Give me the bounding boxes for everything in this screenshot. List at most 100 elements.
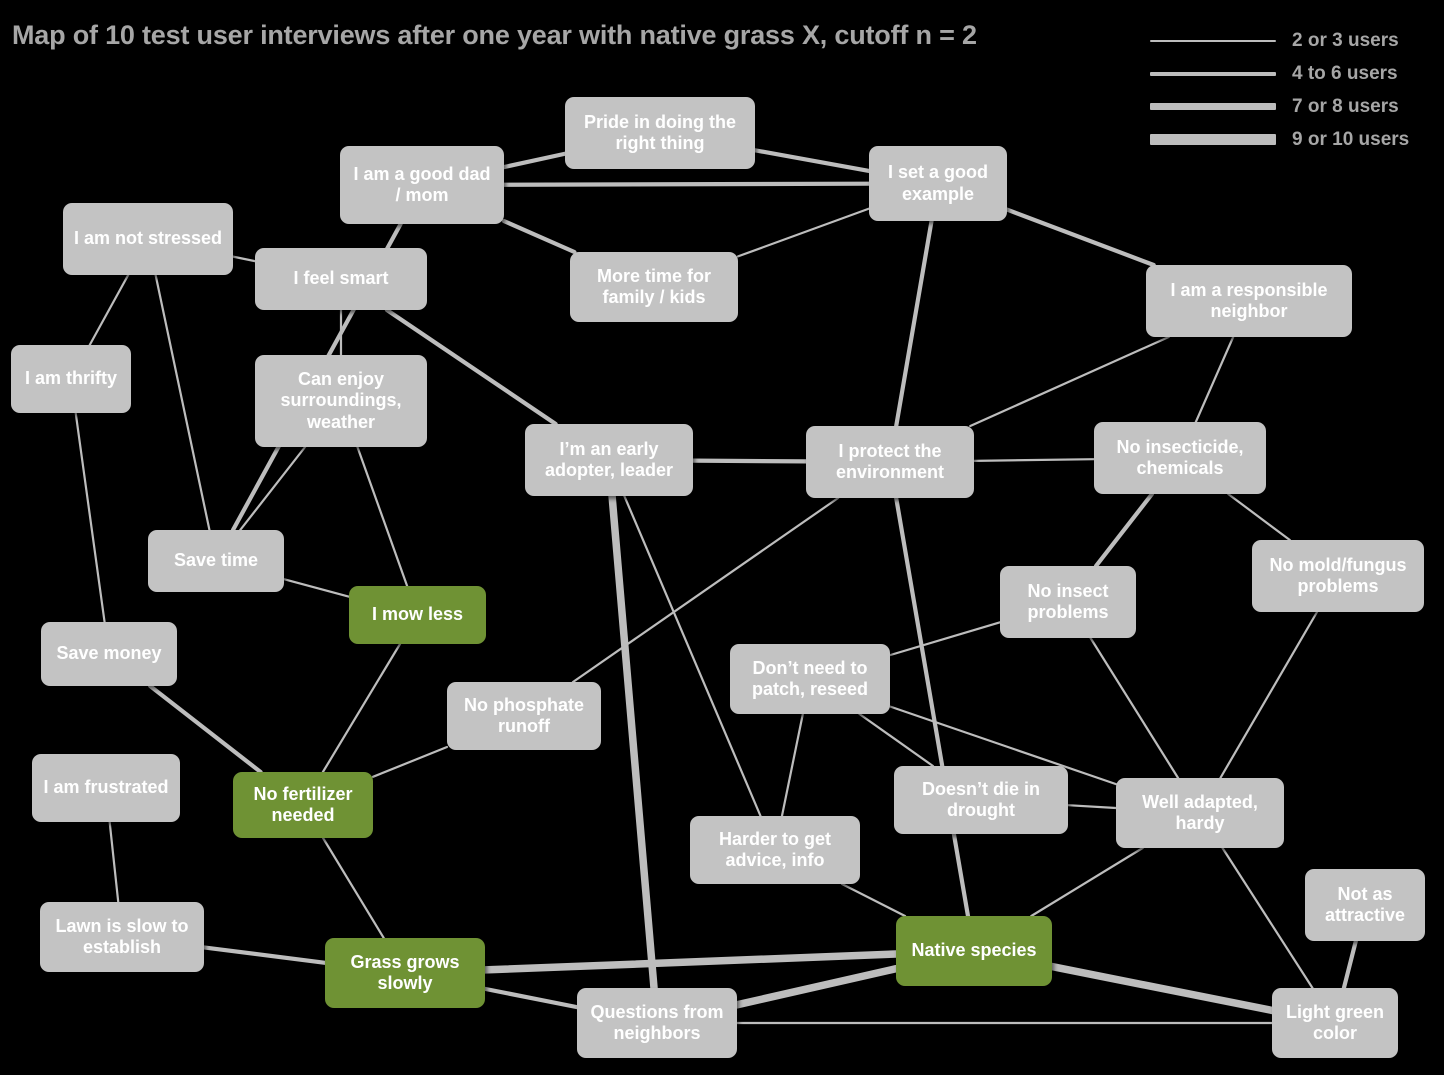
concept-node-label: Lawn is slow to establish bbox=[55, 915, 189, 957]
concept-node-label: No insecticide, chemicals bbox=[1116, 436, 1244, 478]
concept-node-no_insect[interactable]: No insect problems bbox=[1000, 566, 1136, 638]
concept-node-label: No mold/fungus problems bbox=[1269, 554, 1407, 596]
network-edge bbox=[894, 218, 934, 429]
concept-node-label: Light green color bbox=[1286, 1001, 1384, 1043]
concept-node-label: Pride in doing the right thing bbox=[584, 111, 736, 153]
concept-node-native_species[interactable]: Native species bbox=[896, 916, 1052, 986]
concept-node-harder_advice[interactable]: Harder to get advice, info bbox=[690, 816, 860, 884]
legend-row: 9 or 10 users bbox=[1148, 123, 1438, 156]
page-title: Map of 10 test user interviews after one… bbox=[12, 20, 977, 50]
concept-node-label: I protect the environment bbox=[835, 440, 945, 482]
legend-line-swatch bbox=[1148, 103, 1278, 110]
network-edge bbox=[1093, 491, 1155, 569]
concept-node-frustrated[interactable]: I am frustrated bbox=[32, 754, 180, 822]
legend-row: 4 to 6 users bbox=[1148, 57, 1438, 90]
concept-node-grass_slow[interactable]: Grass grows slowly bbox=[325, 938, 485, 1008]
concept-node-no_patch[interactable]: Don’t need to patch, reseed bbox=[730, 644, 890, 714]
concept-node-no_insecticide[interactable]: No insecticide, chemicals bbox=[1094, 422, 1266, 494]
network-edge bbox=[321, 836, 385, 940]
legend-line bbox=[1150, 39, 1276, 42]
concept-node-label: Doesn’t die in drought bbox=[921, 778, 1040, 820]
legend-line-swatch bbox=[1148, 134, 1278, 145]
network-edge bbox=[1066, 804, 1118, 810]
network-edge bbox=[969, 335, 1170, 428]
network-edge bbox=[1219, 610, 1319, 780]
network-edge bbox=[1030, 846, 1144, 918]
network-edge bbox=[1089, 636, 1180, 780]
concept-node-label: I am frustrated bbox=[43, 777, 169, 798]
network-edge bbox=[972, 458, 1096, 462]
concept-node-label: Save money bbox=[56, 643, 162, 664]
concept-node-no_mold[interactable]: No mold/fungus problems bbox=[1252, 540, 1424, 612]
concept-node-not_attractive[interactable]: Not as attractive bbox=[1305, 869, 1425, 941]
network-edge bbox=[733, 964, 900, 1009]
concept-node-good_parent[interactable]: I am a good dad / mom bbox=[340, 146, 504, 224]
concept-node-label: Well adapted, hardy bbox=[1142, 791, 1258, 833]
legend-line bbox=[1150, 103, 1276, 110]
concept-node-label: Can enjoy surroundings, weather bbox=[280, 369, 402, 432]
concept-node-label: I set a good example bbox=[887, 162, 988, 204]
concept-node-save_money[interactable]: Save money bbox=[41, 622, 177, 686]
concept-node-feel_smart[interactable]: I feel smart bbox=[255, 248, 427, 310]
network-edge bbox=[282, 578, 351, 598]
legend-label: 2 or 3 users bbox=[1292, 29, 1399, 51]
network-edge bbox=[1227, 492, 1291, 542]
concept-node-label: I am a responsible neighbor bbox=[1170, 279, 1328, 321]
network-edge bbox=[858, 712, 935, 768]
concept-node-pride[interactable]: Pride in doing the right thing bbox=[565, 97, 755, 169]
legend-label: 4 to 6 users bbox=[1292, 62, 1398, 84]
concept-node-label: I mow less bbox=[371, 604, 464, 625]
concept-node-label: Grass grows slowly bbox=[350, 951, 460, 993]
concept-node-thrifty[interactable]: I am thrifty bbox=[11, 345, 131, 413]
concept-node-label: Harder to get advice, info bbox=[718, 828, 832, 870]
network-edge bbox=[501, 151, 568, 170]
concept-node-no_drought[interactable]: Doesn’t die in drought bbox=[894, 766, 1068, 834]
concept-node-can_enjoy[interactable]: Can enjoy surroundings, weather bbox=[255, 355, 427, 447]
network-edge bbox=[501, 181, 872, 187]
network-edge bbox=[356, 445, 409, 588]
concept-node-label: I am thrifty bbox=[24, 368, 117, 389]
concept-node-early_adopter[interactable]: I’m an early adopter, leader bbox=[525, 424, 693, 496]
concept-node-label: I’m an early adopter, leader bbox=[544, 438, 674, 480]
network-edge bbox=[88, 273, 130, 347]
network-edge bbox=[690, 458, 809, 464]
edge-weight-legend: 2 or 3 users 4 to 6 users 7 or 8 users 9 or… bbox=[1148, 24, 1438, 156]
network-edge bbox=[608, 492, 658, 992]
legend-row: 2 or 3 users bbox=[1148, 24, 1438, 57]
concept-node-mow_less[interactable]: I mow less bbox=[349, 586, 486, 644]
concept-node-light_green[interactable]: Light green color bbox=[1272, 988, 1398, 1058]
concept-node-good_example[interactable]: I set a good example bbox=[869, 146, 1007, 221]
network-edge bbox=[1004, 207, 1156, 268]
concept-node-well_adapted[interactable]: Well adapted, hardy bbox=[1116, 778, 1284, 848]
concept-node-label: I am a good dad / mom bbox=[353, 163, 491, 205]
network-edge bbox=[1194, 335, 1235, 424]
network-edge bbox=[888, 621, 1002, 657]
concept-node-label: I am not stressed bbox=[73, 228, 223, 249]
concept-node-lawn_slow[interactable]: Lawn is slow to establish bbox=[40, 902, 204, 972]
network-edge bbox=[321, 642, 402, 774]
network-edge bbox=[481, 950, 900, 974]
network-edge bbox=[1048, 962, 1276, 1015]
concept-node-label: No insect problems bbox=[1027, 580, 1109, 622]
legend-line bbox=[1150, 71, 1276, 76]
legend-line-swatch bbox=[1148, 39, 1278, 42]
concept-node-label: Don’t need to patch, reseed bbox=[751, 657, 869, 699]
concept-node-questions[interactable]: Questions from neighbors bbox=[577, 988, 737, 1058]
network-edge bbox=[108, 820, 120, 904]
concept-node-protect_env[interactable]: I protect the environment bbox=[806, 426, 974, 498]
concept-node-label: Save time bbox=[173, 550, 259, 571]
network-edge bbox=[780, 712, 804, 818]
concept-node-label: No phosphate runoff bbox=[464, 694, 584, 736]
concept-node-more_time[interactable]: More time for family / kids bbox=[570, 252, 738, 322]
legend-label: 9 or 10 users bbox=[1292, 128, 1410, 150]
network-edge bbox=[371, 745, 449, 778]
concept-node-not_stressed[interactable]: I am not stressed bbox=[63, 203, 233, 275]
network-edge bbox=[231, 255, 257, 263]
network-edge bbox=[154, 273, 211, 532]
concept-node-no_fertilizer[interactable]: No fertilizer needed bbox=[233, 772, 373, 838]
concept-node-resp_neighbor[interactable]: I am a responsible neighbor bbox=[1146, 265, 1352, 337]
concept-node-label: I feel smart bbox=[293, 268, 389, 289]
legend-row: 7 or 8 users bbox=[1148, 90, 1438, 123]
concept-node-no_phosphate[interactable]: No phosphate runoff bbox=[447, 682, 601, 750]
concept-node-save_time[interactable]: Save time bbox=[148, 530, 284, 592]
